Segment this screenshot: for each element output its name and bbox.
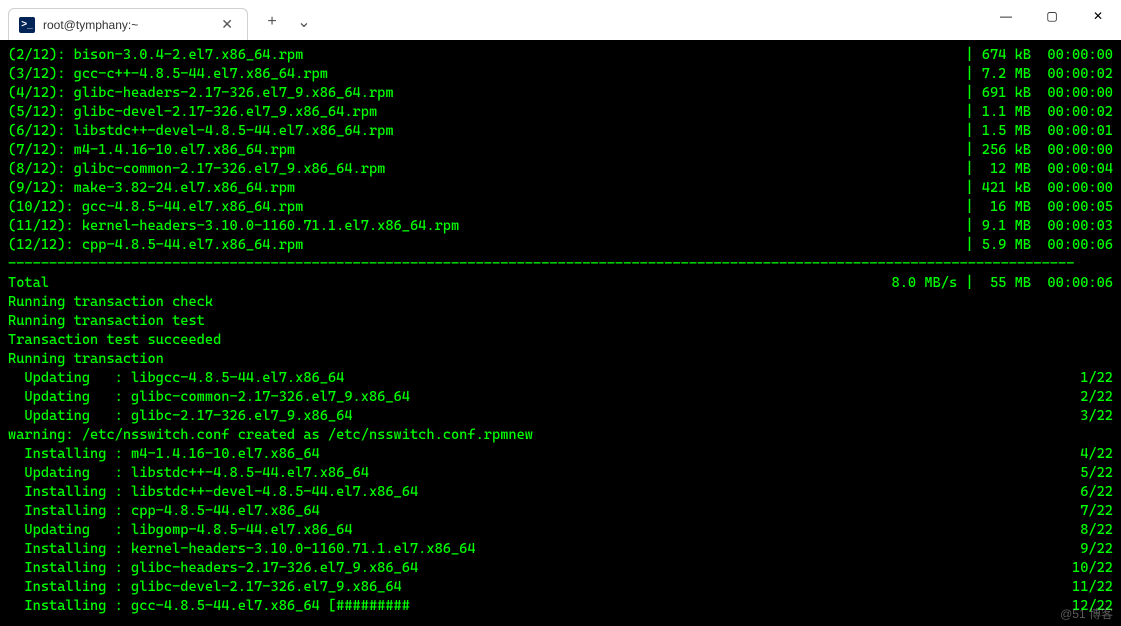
transaction-row: Installing : glibc-headers-2.17-326.el7_… (8, 559, 1113, 578)
tab-dropdown-button[interactable]: ⌄ (290, 8, 318, 36)
divider: ----------------------------------------… (8, 255, 1113, 274)
tab-actions: + ⌄ (248, 8, 318, 36)
download-row: (9/12): make-3.82-24.el7.x86_64.rpm| 421… (8, 179, 1113, 198)
transaction-row: Installing : kernel-headers-3.10.0-1160.… (8, 540, 1113, 559)
transaction-row: Installing : glibc-devel-2.17-326.el7_9.… (8, 578, 1113, 597)
download-row: (11/12): kernel-headers-3.10.0-1160.71.1… (8, 217, 1113, 236)
download-row: (3/12): gcc-c++-4.8.5-44.el7.x86_64.rpm|… (8, 65, 1113, 84)
transaction-row: Updating : libgcc-4.8.5-44.el7.x86_641/2… (8, 369, 1113, 388)
download-row: (12/12): cpp-4.8.5-44.el7.x86_64.rpm| 5.… (8, 236, 1113, 255)
minimize-button[interactable]: — (983, 0, 1029, 32)
transaction-row: warning: /etc/nsswitch.conf created as /… (8, 426, 1113, 445)
terminal-tab[interactable]: >_ root@tymphany:~ ✕ (8, 8, 248, 40)
download-row: (6/12): libstdc++-devel-4.8.5-44.el7.x86… (8, 122, 1113, 141)
transaction-row: Updating : glibc-2.17-326.el7_9.x86_643/… (8, 407, 1113, 426)
new-tab-button[interactable]: + (258, 8, 286, 36)
titlebar: >_ root@tymphany:~ ✕ + ⌄ — ▢ ✕ (0, 0, 1121, 40)
window-controls: — ▢ ✕ (983, 0, 1121, 32)
powershell-icon: >_ (19, 17, 35, 33)
total-row: Total8.0 MB/s | 55 MB 00:00:06 (8, 274, 1113, 293)
transaction-row: Updating : glibc-common-2.17-326.el7_9.x… (8, 388, 1113, 407)
transaction-row: Installing : gcc-4.8.5-44.el7.x86_64 [##… (8, 597, 1113, 616)
download-row: (2/12): bison-3.0.4-2.el7.x86_64.rpm| 67… (8, 46, 1113, 65)
transaction-row: Installing : libstdc++-devel-4.8.5-44.el… (8, 483, 1113, 502)
close-window-button[interactable]: ✕ (1075, 0, 1121, 32)
status-line: Transaction test succeeded (8, 331, 1113, 350)
transaction-row: Installing : cpp-4.8.5-44.el7.x86_647/22 (8, 502, 1113, 521)
transaction-row: Updating : libgomp-4.8.5-44.el7.x86_648/… (8, 521, 1113, 540)
maximize-button[interactable]: ▢ (1029, 0, 1075, 32)
transaction-row: Installing : m4-1.4.16-10.el7.x86_644/22 (8, 445, 1113, 464)
transaction-row: Updating : libstdc++-4.8.5-44.el7.x86_64… (8, 464, 1113, 483)
tab-close-button[interactable]: ✕ (217, 14, 237, 35)
download-row: (7/12): m4-1.4.16-10.el7.x86_64.rpm| 256… (8, 141, 1113, 160)
terminal-output[interactable]: (2/12): bison-3.0.4-2.el7.x86_64.rpm| 67… (0, 40, 1121, 626)
status-line: Running transaction test (8, 312, 1113, 331)
tab-title: root@tymphany:~ (43, 18, 209, 32)
download-row: (10/12): gcc-4.8.5-44.el7.x86_64.rpm| 16… (8, 198, 1113, 217)
download-row: (5/12): glibc-devel-2.17-326.el7_9.x86_6… (8, 103, 1113, 122)
status-line: Running transaction (8, 350, 1113, 369)
download-row: (8/12): glibc-common-2.17-326.el7_9.x86_… (8, 160, 1113, 179)
status-line: Running transaction check (8, 293, 1113, 312)
download-row: (4/12): glibc-headers-2.17-326.el7_9.x86… (8, 84, 1113, 103)
